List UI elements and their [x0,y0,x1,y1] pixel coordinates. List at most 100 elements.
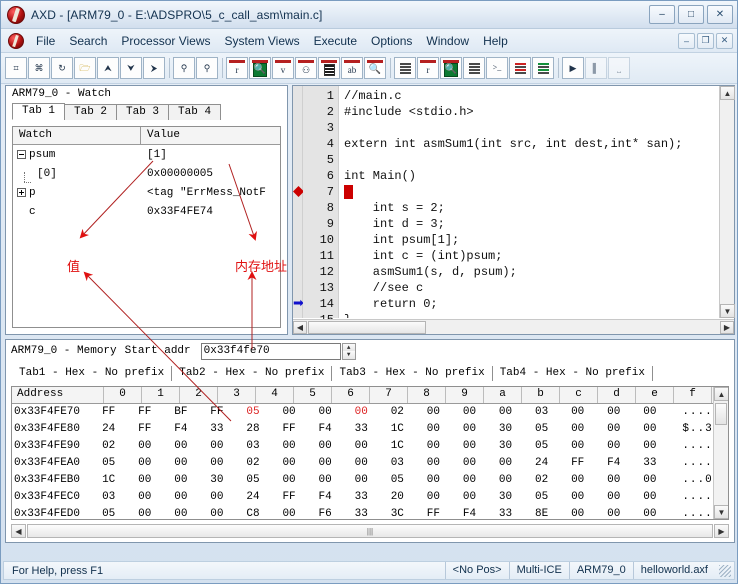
memory-header-col-8[interactable]: 8 [408,387,446,403]
memory-byte-cell[interactable]: 00 [279,472,315,489]
registers-view-icon[interactable]: r [226,57,248,79]
breakpoints-icon[interactable] [509,57,531,79]
menu-item-system-views[interactable]: System Views [218,32,307,50]
menu-item-execute[interactable]: Execute [307,32,364,50]
memory-byte-cell[interactable]: 00 [171,472,207,489]
memory-byte-cell[interactable]: 00 [316,404,352,421]
low-level-symbols-icon[interactable]: 🔍 [364,57,386,79]
memory-byte-cell[interactable]: 00 [352,472,388,489]
memory-byte-cell[interactable]: 00 [460,438,496,455]
memory-byte-cell[interactable]: 03 [388,455,424,472]
memory-byte-cell[interactable]: 00 [207,438,243,455]
memory-byte-cell[interactable]: F6 [316,506,352,520]
backtrace-view-icon[interactable]: ⚇ [295,57,317,79]
watch-row-value[interactable]: [1] [141,149,280,161]
memory-byte-cell[interactable]: 00 [135,472,171,489]
code-line[interactable]: int s = 2; [340,200,718,216]
memory-scroll-right-icon[interactable]: ▶ [714,524,729,538]
memory-byte-cell[interactable]: 30 [496,438,532,455]
close-button[interactable]: ✕ [707,5,733,24]
memory-header-col-c[interactable]: c [560,387,598,403]
memory-byte-cell[interactable]: 00 [171,455,207,472]
memory-tab-2[interactable]: Tab2 - Hex - No prefix [172,366,332,381]
memory-byte-cell[interactable]: 00 [604,438,640,455]
memory-header-col-4[interactable]: 4 [256,387,294,403]
scroll-right-icon[interactable]: ▶ [720,321,734,334]
watch-row[interactable]: p<tag "ErrMess_NotF [13,183,280,202]
memory-byte-cell[interactable]: 30 [496,489,532,506]
memory-byte-cell[interactable]: 00 [568,438,604,455]
memory-byte-cell[interactable]: 33 [496,506,532,520]
register-list-icon[interactable]: r [417,57,439,79]
memory-byte-cell[interactable]: 00 [568,404,604,421]
memory-byte-cell[interactable]: 00 [568,421,604,438]
memory-byte-cell[interactable]: 00 [604,421,640,438]
memory-byte-cell[interactable]: 00 [568,506,604,520]
memory-byte-cell[interactable]: 33 [352,489,388,506]
menu-item-search[interactable]: Search [62,32,114,50]
watch-column-header-watch[interactable]: Watch [13,127,141,144]
watch-row[interactable]: psum[1] [13,145,280,164]
code-line[interactable]: int d = 3; [340,216,718,232]
memory-byte-cell[interactable]: 3C [388,506,424,520]
source-horizontal-scrollbar[interactable]: ◀ ▶ [293,319,734,334]
memory-header-col-7[interactable]: 7 [370,387,408,403]
step-in-icon[interactable]: ⮞ [143,57,165,79]
watch-row-value[interactable]: 0x00000005 [141,168,280,180]
code-line[interactable] [340,152,718,168]
memory-vertical-scrollbar[interactable]: ▲ ▼ [713,387,728,519]
memory-byte-cell[interactable]: F4 [316,421,352,438]
memory-byte-cell[interactable]: 00 [424,421,460,438]
memory-byte-cell[interactable]: 00 [640,438,676,455]
memory-byte-cell[interactable]: 24 [243,489,279,506]
memory-byte-cell[interactable]: 05 [388,472,424,489]
search-symbols-icon[interactable]: 🔍 [440,57,462,79]
watch-tab-3[interactable]: Tab 3 [116,104,169,120]
memory-byte-cell[interactable]: 00 [279,404,315,421]
watch-row-name-cell[interactable]: c [13,206,141,218]
memory-byte-cell[interactable]: 00 [640,404,676,421]
memory-header-col-2[interactable]: 2 [180,387,218,403]
memory-header-address[interactable]: Address [12,387,104,403]
memory-byte-cell[interactable]: C8 [243,506,279,520]
memory-byte-cell[interactable]: 00 [279,455,315,472]
memory-byte-cell[interactable]: F4 [604,455,640,472]
memory-byte-cell[interactable]: 00 [460,421,496,438]
spinner-up-icon[interactable]: ▲ [343,344,355,352]
source-list-icon[interactable] [463,57,485,79]
source-code-text[interactable]: //main.c#include <stdio.h>extern int asm… [340,86,718,318]
more-tools-icon[interactable]: ⎵ [608,57,630,79]
watchpoints-icon[interactable] [532,57,554,79]
memory-scroll-left-icon[interactable]: ◀ [11,524,26,538]
memory-byte-cell[interactable]: 00 [352,438,388,455]
memory-header-col-a[interactable]: a [484,387,522,403]
memory-byte-cell[interactable]: 00 [424,489,460,506]
control-view-icon[interactable] [394,57,416,79]
watch-row[interactable]: c0x33F4FE74 [13,202,280,221]
memory-byte-cell[interactable]: 33 [352,506,388,520]
expand-icon[interactable] [17,188,26,197]
memory-header-col-d[interactable]: d [598,387,636,403]
watch-row-value[interactable]: 0x33F4FE74 [141,206,280,218]
memory-byte-cell[interactable]: 30 [207,472,243,489]
memory-byte-cell[interactable]: 00 [568,489,604,506]
memory-header-col-6[interactable]: 6 [332,387,370,403]
memory-byte-cell[interactable]: 00 [207,455,243,472]
memory-byte-cell[interactable]: 00 [135,489,171,506]
memory-byte-cell[interactable]: 00 [316,438,352,455]
go-icon[interactable]: ⮝ [97,57,119,79]
collapse-icon[interactable] [17,150,26,159]
memory-byte-cell[interactable]: 00 [352,455,388,472]
memory-vscroll-thumb[interactable] [715,403,727,425]
memory-byte-cell[interactable]: FF [568,455,604,472]
memory-byte-cell[interactable]: FF [135,404,171,421]
memory-row[interactable]: 0x33F4FE8024FFF43328FFF4331C000030050000… [12,421,728,438]
open-file-icon[interactable]: 🗁 [74,57,96,79]
memory-row[interactable]: 0x33F4FEA005000000020000000300000024FFF4… [12,455,728,472]
memory-byte-cell[interactable]: 00 [604,472,640,489]
mdi-restore-button[interactable]: ❐ [697,33,714,49]
memory-row[interactable]: 0x33F4FEC00300000024FFF43320000030050000… [12,489,728,506]
memory-view-icon[interactable] [318,57,340,79]
scroll-down-icon[interactable]: ▼ [720,304,735,318]
memory-header-col-b[interactable]: b [522,387,560,403]
